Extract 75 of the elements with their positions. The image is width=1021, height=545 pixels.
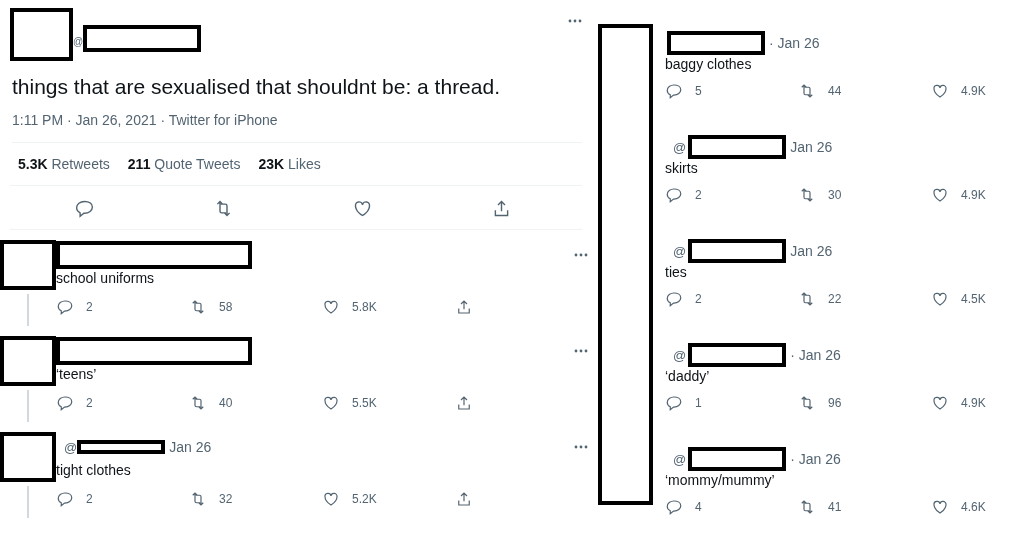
retweet-count: 32 [219, 492, 233, 506]
retweet-count: 30 [828, 188, 842, 202]
reply-text: baggy clothes [665, 56, 753, 72]
reply-text: tight clothes [56, 462, 132, 478]
reply-date: · Jan 26 [790, 451, 841, 467]
like-count: 4.9K [961, 84, 986, 98]
retweet-count: 41 [828, 500, 842, 514]
handle-prefix: @ [673, 347, 687, 363]
tweet-meta: 1:11 PM · Jan 26, 2021 · Twitter for iPhone [12, 112, 582, 143]
like-count: 4.5K [961, 292, 986, 306]
like-count: 4.6K [961, 500, 986, 514]
heart-icon[interactable] [931, 82, 949, 100]
handle-prefix: @ [64, 439, 78, 455]
reply-count: 2 [695, 292, 702, 306]
reply-text: ‘daddy’ [665, 368, 711, 384]
handle-prefix: @ [673, 243, 687, 259]
reply-date: Jan 26 [169, 439, 212, 455]
reply-text: school uniforms [56, 270, 156, 286]
share-icon[interactable] [455, 490, 473, 508]
more-icon[interactable] [574, 253, 588, 257]
reply-count: 4 [695, 500, 702, 514]
reply-count: 1 [695, 396, 702, 410]
handle-prefix: @ [673, 451, 687, 467]
reply-count: 5 [695, 84, 702, 98]
redaction-box [10, 8, 73, 61]
reply-count: 2 [695, 188, 702, 202]
handle-prefix: @ [673, 139, 687, 155]
retweet-count: 22 [828, 292, 842, 306]
heart-icon[interactable] [352, 198, 373, 219]
reply-text: ties [665, 264, 688, 280]
reply-text: ‘mommy/mummy’ [665, 472, 776, 488]
retweet-count: 40 [219, 396, 233, 410]
reply-text: skirts [665, 160, 699, 176]
handle-prefix: @ [73, 36, 84, 47]
reply-icon[interactable] [665, 186, 683, 204]
reply-icon[interactable] [665, 394, 683, 412]
more-icon[interactable] [574, 445, 588, 449]
like-count: 5.8K [352, 300, 377, 314]
heart-icon[interactable] [322, 490, 340, 508]
reply-icon[interactable] [74, 198, 95, 219]
reply-date: · Jan 26 [769, 35, 820, 51]
stat-link[interactable]: 5.3K Retweets [18, 156, 110, 172]
more-icon[interactable] [574, 349, 588, 353]
reply-date: · Jan 26 [790, 347, 841, 363]
reply-date: Jan 26 [790, 139, 833, 155]
reply-date: Jan 26 [790, 243, 833, 259]
like-count: 4.9K [961, 396, 986, 410]
share-icon[interactable] [455, 394, 473, 412]
heart-icon[interactable] [931, 290, 949, 308]
more-icon[interactable] [568, 19, 582, 23]
reply-icon[interactable] [56, 298, 74, 316]
retweet-count: 96 [828, 396, 842, 410]
heart-icon[interactable] [322, 298, 340, 316]
reply-count: 2 [86, 492, 93, 506]
like-count: 5.2K [352, 492, 377, 506]
reply-icon[interactable] [56, 394, 74, 412]
tweet-text: things that are sexualised that shouldnt be: a thread. [12, 75, 501, 99]
stat-link[interactable]: 23K Likes [258, 156, 321, 172]
share-icon[interactable] [455, 298, 473, 316]
heart-icon[interactable] [931, 498, 949, 516]
stat-link[interactable]: 211 Quote Tweets [127, 156, 241, 172]
reply-icon[interactable] [56, 490, 74, 508]
like-count: 4.9K [961, 188, 986, 202]
reply-icon[interactable] [665, 82, 683, 100]
reply-icon[interactable] [665, 290, 683, 308]
reply-count: 2 [86, 300, 93, 314]
reply-text: ‘teens’ [56, 366, 98, 382]
retweet-count: 58 [219, 300, 233, 314]
heart-icon[interactable] [931, 186, 949, 204]
reply-icon[interactable] [665, 498, 683, 516]
heart-icon[interactable] [322, 394, 340, 412]
heart-icon[interactable] [931, 394, 949, 412]
retweet-count: 44 [828, 84, 842, 98]
like-count: 5.5K [352, 396, 377, 410]
reply-count: 2 [86, 396, 93, 410]
